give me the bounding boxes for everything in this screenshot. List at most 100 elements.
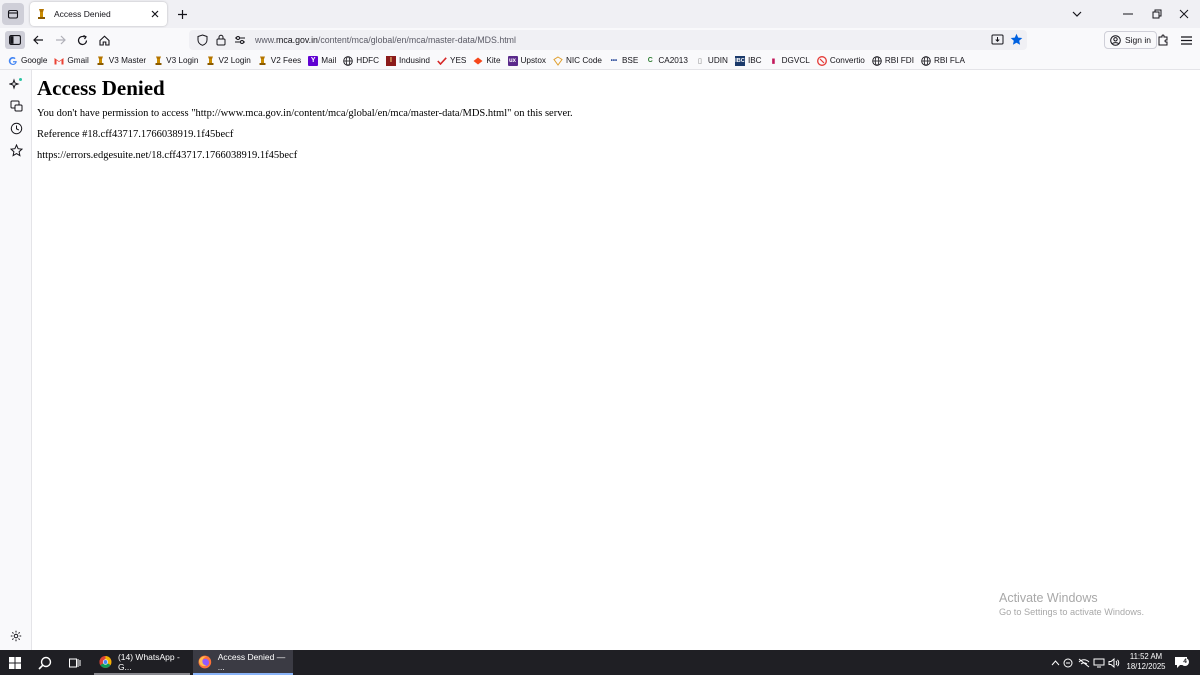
meet-now-icon[interactable]	[1061, 658, 1076, 668]
bookmark-star-icon[interactable]	[1010, 33, 1023, 49]
network-off-icon[interactable]	[1076, 658, 1091, 668]
list-all-tabs-icon[interactable]	[1062, 0, 1092, 28]
extensions-button[interactable]	[1154, 31, 1172, 49]
bookmark-mail[interactable]: Y Mail	[308, 55, 337, 66]
emblem-icon	[258, 56, 268, 66]
browser-sidebar	[0, 70, 32, 650]
chevron-up-icon[interactable]	[1049, 659, 1061, 666]
sidebar-toggle-button[interactable]	[5, 31, 25, 49]
system-tray	[1049, 650, 1121, 675]
error-url: https://errors.edgesuite.net/18.cff43717…	[37, 150, 298, 161]
permission-message: You don't have permission to access "htt…	[37, 108, 573, 119]
bookmark-ibc[interactable]: IBC IBC	[734, 55, 762, 66]
tab-list-icon	[7, 9, 19, 19]
tab-close-icon[interactable]	[149, 8, 161, 20]
display-icon[interactable]	[1091, 658, 1106, 668]
close-window-icon[interactable]	[1169, 0, 1199, 28]
sidebar-icon	[9, 35, 21, 45]
taskbar-app-label: Access Denied — ...	[217, 651, 286, 672]
ibc-icon: IBC	[734, 55, 745, 66]
bookmark-v3-login[interactable]: V3 Login	[153, 56, 198, 66]
back-arrow-icon	[32, 35, 43, 45]
clock-date: 18/12/2025	[1126, 662, 1166, 671]
reader-view-icon[interactable]	[991, 33, 1004, 49]
new-tab-icon[interactable]	[175, 7, 189, 21]
windows-logo-icon	[9, 656, 21, 669]
windows-taskbar: (14) WhatsApp - G... Access Denied — ...…	[0, 650, 1200, 675]
search-icon	[38, 656, 52, 670]
tab-title: Access Denied	[54, 9, 111, 19]
url-prefix: www.	[255, 35, 277, 45]
bookmark-convertio[interactable]: Convertio	[816, 55, 865, 66]
history-icon[interactable]	[9, 121, 23, 135]
home-icon	[98, 34, 110, 46]
notification-center-button[interactable]: 4	[1172, 650, 1190, 675]
bookmark-label: V2 Login	[218, 56, 251, 65]
address-bar[interactable]: www.mca.gov.in/content/mca/global/en/mca…	[189, 30, 1027, 50]
bookmark-v3-master[interactable]: V3 Master	[96, 56, 146, 66]
bookmark-v2-login[interactable]: V2 Login	[205, 56, 251, 66]
lock-icon[interactable]	[214, 33, 228, 47]
back-button[interactable]	[29, 31, 47, 49]
clock-time: 11:52 AM	[1129, 652, 1163, 661]
app-menu-button[interactable]	[1177, 31, 1195, 49]
gmail-icon	[54, 56, 64, 66]
minimize-icon[interactable]	[1113, 0, 1143, 28]
bookmark-dgvcl[interactable]: ▮ DGVCL	[769, 56, 810, 66]
ai-chatbot-icon[interactable]	[9, 77, 23, 91]
bookmark-label: Mail	[321, 56, 337, 65]
sign-in-button[interactable]: Sign in	[1104, 31, 1157, 49]
bookmark-label: IBC	[747, 56, 762, 65]
account-icon	[1110, 34, 1121, 46]
bookmark-label: YES	[450, 56, 467, 65]
bookmark-rbi-fdi[interactable]: RBI FDI	[872, 55, 914, 66]
permissions-icon[interactable]	[233, 33, 247, 47]
home-button[interactable]	[95, 31, 113, 49]
globe-icon	[343, 55, 354, 66]
bookmark-ca2013[interactable]: C CA2013	[645, 56, 688, 66]
bookmark-udin[interactable]: ▯ UDIN	[695, 56, 728, 66]
tracking-shield-icon[interactable]	[195, 33, 209, 47]
bookmarks-toolbar: Google Gmail V3 Master V3 Login V2 Login…	[0, 52, 1200, 70]
start-button[interactable]	[4, 650, 26, 675]
bookmark-kite[interactable]: Kite	[473, 56, 501, 66]
bookmark-yes[interactable]: YES	[437, 56, 466, 66]
bookmark-label: BSE	[621, 56, 639, 65]
bookmark-hdfc[interactable]: HDFC	[343, 55, 379, 66]
search-button[interactable]	[34, 650, 56, 675]
bookmark-indusind[interactable]: I Indusind	[386, 55, 430, 66]
task-view-button[interactable]	[64, 650, 86, 675]
watermark-subtitle: Go to Settings to activate Windows.	[999, 607, 1145, 617]
tab-list-button[interactable]	[2, 3, 24, 25]
url-text[interactable]: www.mca.gov.in/content/mca/global/en/mca…	[255, 35, 516, 45]
clock[interactable]: 11:52 AM 18/12/2025	[1121, 652, 1171, 672]
restore-icon[interactable]	[1142, 0, 1172, 28]
bookmark-label: CA2013	[658, 56, 688, 65]
bookmark-upstox[interactable]: ux Upstox	[507, 55, 546, 66]
taskbar-app-whatsapp-chrome[interactable]: (14) WhatsApp - G...	[94, 650, 190, 675]
tab-access-denied[interactable]: Access Denied	[30, 2, 167, 26]
reload-button[interactable]	[73, 31, 91, 49]
bookmarks-star-icon[interactable]	[9, 143, 23, 157]
convertio-icon	[816, 55, 827, 66]
bookmark-label: Google	[21, 56, 48, 65]
notification-count-badge: 4	[1181, 658, 1189, 666]
bookmark-bse[interactable]: ••• BSE	[609, 56, 639, 66]
bookmark-nic-code[interactable]: NIC Code	[553, 55, 602, 66]
bookmark-label: Upstox	[520, 56, 546, 65]
puzzle-icon	[1158, 34, 1168, 46]
emblem-icon	[96, 56, 106, 66]
bookmark-google[interactable]: Google	[8, 56, 47, 66]
bookmark-gmail[interactable]: Gmail	[54, 56, 89, 66]
synced-tabs-icon[interactable]	[9, 99, 23, 113]
page-heading: Access Denied	[37, 76, 165, 100]
volume-icon[interactable]	[1106, 657, 1121, 668]
bookmark-rbi-fla[interactable]: RBI FLA	[921, 55, 965, 66]
forward-button[interactable]	[51, 31, 69, 49]
taskbar-app-firefox[interactable]: Access Denied — ...	[193, 650, 293, 675]
udin-icon: ▯	[697, 57, 702, 65]
chrome-icon	[99, 655, 112, 668]
bookmark-v2-fees[interactable]: V2 Fees	[258, 56, 301, 66]
taskbar-app-label: (14) WhatsApp - G...	[117, 651, 180, 672]
sidebar-settings-gear-icon[interactable]	[9, 629, 23, 643]
